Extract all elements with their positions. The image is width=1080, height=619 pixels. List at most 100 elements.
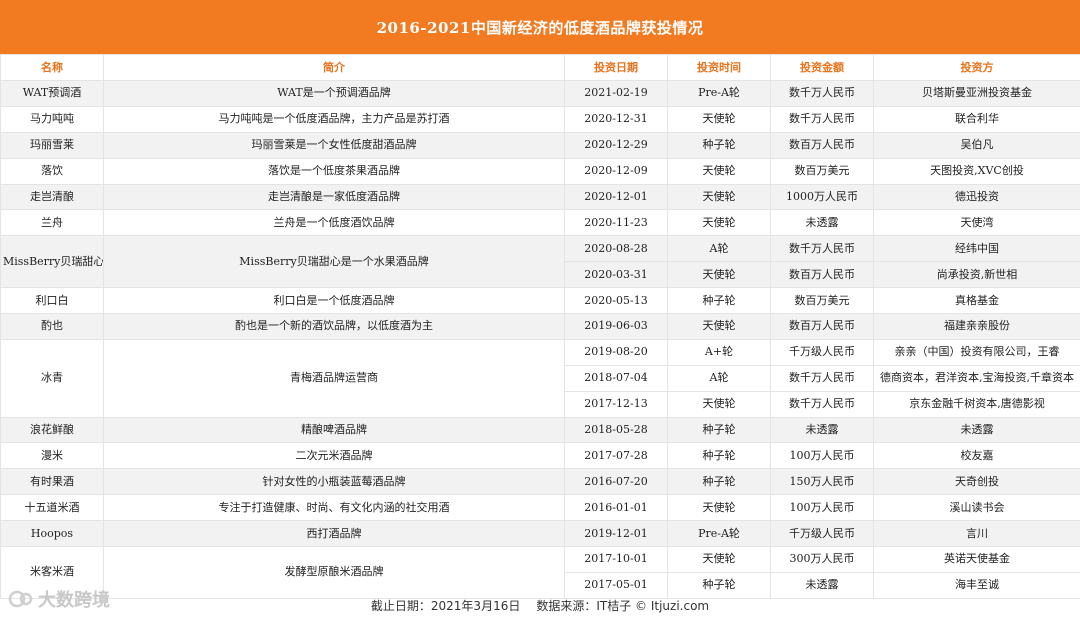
cell-date: 2019-06-03	[564, 313, 668, 340]
cell-amount: 数千万人民币	[770, 390, 874, 418]
cell-intro: 发酵型原酿米酒品牌	[103, 546, 565, 599]
cell-date: 2017-10-01	[564, 546, 668, 573]
cell-round: 种子轮	[667, 442, 771, 470]
cell-name: 浪花鲜酿	[0, 416, 104, 444]
cell-name: 马力吨吨	[0, 105, 104, 133]
cell-round: 天使轮	[667, 546, 771, 573]
cell-investor: 尚承投资,新世相	[873, 261, 1080, 289]
cell-intro: 落饮是一个低度茶果酒品牌	[103, 157, 565, 185]
cell-investor: 言川	[873, 520, 1080, 548]
header-investor: 投资方	[873, 54, 1080, 81]
cell-round: 天使轮	[667, 313, 771, 340]
table-row: MissBerry贝瑞甜心 MissBerry贝瑞甜心是一个水果酒品牌 2020-0…	[0, 235, 1080, 289]
cell-amount: 数千万人民币	[770, 364, 874, 392]
cell-date: 2020-12-29	[564, 131, 668, 159]
cell-intro: 专注于打造健康、时尚、有文化内涵的社交用酒	[103, 494, 565, 522]
header-name: 名称	[0, 54, 104, 81]
cell-round: 天使轮	[667, 105, 771, 133]
cell-date: 2018-07-04	[564, 364, 668, 392]
cell-amount: 数百万美元	[770, 287, 874, 315]
cell-name: MissBerry贝瑞甜心	[0, 235, 104, 289]
cell-name: 兰舟	[0, 209, 104, 237]
cell-intro: 走岂清酿是一家低度酒品牌	[103, 183, 565, 211]
cell-round: A轮	[667, 364, 771, 392]
cell-round: 天使轮	[667, 390, 771, 418]
cell-date: 2017-07-28	[564, 442, 668, 470]
cell-amount: 数百万人民币	[770, 313, 874, 340]
cell-date: 2020-08-28	[564, 235, 668, 263]
cell-intro: 青梅酒品牌运营商	[103, 338, 565, 418]
cutoff-date: 截止日期：2021年3月16日	[370, 599, 521, 613]
cell-name: Hoopos	[0, 520, 104, 548]
cell-date: 2016-01-01	[564, 494, 668, 522]
header-row: 名称 简介 投资日期 投资时间 投资金额 投资方	[0, 54, 1080, 81]
cell-intro: 二次元米酒品牌	[103, 442, 565, 470]
cell-round: Pre-A轮	[667, 80, 771, 107]
header-round: 投资时间	[667, 54, 771, 81]
cell-date: 2019-12-01	[564, 520, 668, 548]
cell-amount: 数千万人民币	[770, 105, 874, 133]
cell-amount: 未透露	[770, 209, 874, 237]
cell-round: 天使轮	[667, 494, 771, 522]
cell-date: 2019-08-20	[564, 338, 668, 366]
table-row: 漫米 二次元米酒品牌 2017-07-28 种子轮 100万人民币 校友嘉	[0, 442, 1080, 470]
cell-amount: 数千万人民币	[770, 235, 874, 263]
cell-name: 玛丽雪莱	[0, 131, 104, 159]
cell-intro: 精酿啤酒品牌	[103, 416, 565, 444]
cell-intro: 西打酒品牌	[103, 520, 565, 548]
table-row: 走岂清酿 走岂清酿是一家低度酒品牌 2020-12-01 天使轮 1000万人民币 德迅投…	[0, 183, 1080, 211]
footer: 截止日期：2021年3月16日 数据来源：IT桔子 © Itjuzi.com	[0, 592, 1080, 619]
cell-date: 2020-12-01	[564, 183, 668, 211]
cell-investor: 德迅投资	[873, 183, 1080, 211]
cell-investor: 京东金融千树资本,唐德影视	[873, 390, 1080, 418]
cell-round: 天使轮	[667, 261, 771, 289]
cell-name: 落饮	[0, 157, 104, 185]
cell-name: 有时果酒	[0, 468, 104, 496]
cell-date: 2021-02-19	[564, 80, 668, 107]
cell-intro: 兰舟是一个低度酒饮品牌	[103, 209, 565, 237]
cell-date: 2020-12-09	[564, 157, 668, 185]
cell-date: 2016-07-20	[564, 468, 668, 496]
cell-intro: MissBerry贝瑞甜心是一个水果酒品牌	[103, 235, 565, 289]
cell-intro: 针对女性的小瓶装蓝莓酒品牌	[103, 468, 565, 496]
cell-name: 十五道米酒	[0, 494, 104, 522]
cell-round: 种子轮	[667, 131, 771, 159]
cell-round: 天使轮	[667, 183, 771, 211]
cell-name: WAT预调酒	[0, 80, 104, 107]
cell-investor: 联合利华	[873, 105, 1080, 133]
cell-investor: 亲亲（中国）投资有限公司，王睿	[873, 338, 1080, 366]
table-row: 冰青 青梅酒品牌运营商 2019-08-20 A+轮 千万级人民币 亲亲（中国）投资有限公…	[0, 338, 1080, 418]
table-row: 有时果酒 针对女性的小瓶装蓝莓酒品牌 2016-07-20 种子轮 150万人民币 天奇创…	[0, 468, 1080, 496]
cell-round: Pre-A轮	[667, 520, 771, 548]
cell-round: A轮	[667, 235, 771, 263]
cell-investor: 真格基金	[873, 287, 1080, 315]
cell-intro: 马力吨吨是一个低度酒品牌，主力产品是苏打酒	[103, 105, 565, 133]
cell-investor: 溪山读书会	[873, 494, 1080, 522]
table-row: Hoopos 西打酒品牌 2019-12-01 Pre-A轮 千万级人民币 言川	[0, 520, 1080, 548]
cell-name: 利口白	[0, 287, 104, 315]
table-row: 兰舟 兰舟是一个低度酒饮品牌 2020-11-23 天使轮 未透露 天使湾	[0, 209, 1080, 237]
table-row: 落饮 落饮是一个低度茶果酒品牌 2020-12-09 天使轮 数百万美元 天图投资,XVC…	[0, 157, 1080, 185]
cell-investor: 贝塔斯曼亚洲投资基金	[873, 80, 1080, 107]
cell-investor: 天奇创投	[873, 468, 1080, 496]
cell-amount: 100万人民币	[770, 494, 874, 522]
cell-intro: WAT是一个预调酒品牌	[103, 80, 565, 107]
cell-intro: 玛丽雪莱是一个女性低度甜酒品牌	[103, 131, 565, 159]
cell-date: 2020-12-31	[564, 105, 668, 133]
cell-investor: 未透露	[873, 416, 1080, 444]
cell-date: 2017-12-13	[564, 390, 668, 418]
cell-amount: 数百万美元	[770, 157, 874, 185]
investment-table: 名称 简介 投资日期 投资时间 投资金额 投资方 WAT预调酒 WAT是一个预调酒…	[0, 54, 1080, 599]
cell-name: 冰青	[0, 338, 104, 418]
data-source: 数据来源：IT桔子 © Itjuzi.com	[536, 599, 710, 613]
cell-investor: 德商资本，君洋资本,宝海投资,千章资本	[873, 364, 1080, 392]
cell-name: 漫米	[0, 442, 104, 470]
cell-investor: 英诺天使基金	[873, 546, 1080, 573]
table-row: 玛丽雪莱 玛丽雪莱是一个女性低度甜酒品牌 2020-12-29 种子轮 数百万人民币 吴伯…	[0, 131, 1080, 159]
cell-amount: 千万级人民币	[770, 520, 874, 548]
cell-round: 种子轮	[667, 416, 771, 444]
cell-amount: 300万人民币	[770, 546, 874, 573]
cell-date: 2020-11-23	[564, 209, 668, 237]
cell-amount: 150万人民币	[770, 468, 874, 496]
cell-investor: 吴伯凡	[873, 131, 1080, 159]
